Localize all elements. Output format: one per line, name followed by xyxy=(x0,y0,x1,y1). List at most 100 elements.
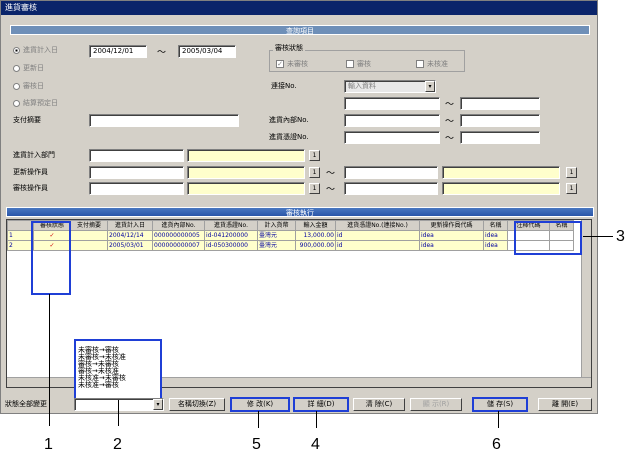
reviewer-from-input[interactable] xyxy=(89,182,184,195)
slip-no-from[interactable] xyxy=(344,131,440,144)
status-change-dropdown-list[interactable]: 未審核→審核 未審核→未核准 審核→未審核 審核→未核准 未核准→未審核 未核准… xyxy=(74,339,162,401)
range-tilde: ～ xyxy=(157,48,167,58)
table-cell xyxy=(70,240,108,251)
radio-dot xyxy=(13,46,20,54)
updater-to-lookup[interactable]: 1 xyxy=(566,167,577,178)
callout-line-2 xyxy=(118,400,119,426)
table-row[interactable]: 1 ✓ 2004/12/14 000000000005 id-041200000… xyxy=(7,230,574,241)
table-row[interactable]: 2 ✓ 2005/03/01 000000000007 id-050300000… xyxy=(7,240,574,251)
slip-no-to[interactable] xyxy=(460,131,540,144)
radio-label: 更新日 xyxy=(23,64,44,72)
reviewer-from-name xyxy=(187,182,305,195)
detail-button[interactable]: 詳 細(D) xyxy=(293,397,349,412)
status-change-label: 狀態全部變更 xyxy=(5,400,47,408)
table-cell: 2005/03/01 xyxy=(107,240,153,251)
column-header[interactable]: 計入貨幣 xyxy=(257,220,296,231)
dropdown-option[interactable]: 未核准→審核 xyxy=(78,382,158,389)
display-button[interactable]: 顯 示(R) xyxy=(410,398,462,411)
chevron-down-icon[interactable]: ▾ xyxy=(153,399,163,410)
updater-to-name xyxy=(442,166,560,179)
name-toggle-button[interactable]: 名稱切換(Z) xyxy=(169,398,225,411)
dept-code-input[interactable] xyxy=(89,149,184,162)
checkbox-reviewed[interactable]: 審核 xyxy=(346,59,371,69)
callout-line-6 xyxy=(498,411,499,428)
radio-dot xyxy=(13,82,20,90)
reviewer-to-input[interactable] xyxy=(344,182,438,195)
radio-review-date[interactable]: 審核日 xyxy=(13,81,44,91)
reviewer-to-name xyxy=(442,182,560,195)
close-button[interactable]: 離 開(E) xyxy=(538,398,592,411)
radio-label: 審核日 xyxy=(23,82,44,90)
checkbox-box xyxy=(346,60,354,68)
column-header[interactable]: 名稱 xyxy=(483,220,508,231)
callout-line-1 xyxy=(49,294,50,426)
table-cell: idea xyxy=(419,230,484,241)
status-change-select[interactable] xyxy=(74,398,164,411)
contact-no-to[interactable] xyxy=(460,97,540,110)
radio-dot xyxy=(13,99,20,107)
table-cell: id-050300000 xyxy=(204,240,258,251)
table-cell: idea xyxy=(483,230,508,241)
radio-update-date[interactable]: 更新日 xyxy=(13,63,44,73)
callout-line-4 xyxy=(316,411,317,428)
vertical-scrollbar[interactable] xyxy=(581,220,591,377)
table-cell: id xyxy=(335,240,420,251)
callout-1: 1 xyxy=(44,436,53,453)
payment-summary-input[interactable] xyxy=(89,114,239,127)
date-to-input[interactable]: 2005/03/04 xyxy=(178,45,236,58)
column-header[interactable]: 進貨憑證No. xyxy=(204,220,258,231)
query-section-header: 查詢項目 xyxy=(10,25,590,35)
checkbox-label: 未核准 xyxy=(427,60,448,68)
range-tilde: ～ xyxy=(445,134,455,144)
dept-lookup-button[interactable]: 1 xyxy=(309,150,320,161)
updater-label: 更新操作員 xyxy=(13,168,48,176)
reviewer-label: 審核操作員 xyxy=(13,184,48,192)
updater-from-name xyxy=(187,166,305,179)
range-tilde: ～ xyxy=(326,185,336,195)
radio-settle-date[interactable]: 結算預定日 xyxy=(13,98,58,108)
date-from-input[interactable]: 2004/12/01 xyxy=(89,45,147,58)
radio-inbound-date[interactable]: 進貨計入日 xyxy=(13,45,58,55)
column-header[interactable]: 進貨憑證No.(連接No.) xyxy=(335,220,420,231)
clear-button[interactable]: 清 除(C) xyxy=(353,398,405,411)
table-cell: idea xyxy=(419,240,484,251)
column-header[interactable]: 更新操作員代碼 xyxy=(419,220,484,231)
internal-no-from[interactable] xyxy=(344,114,440,127)
column-header[interactable]: 進貨內部No. xyxy=(152,220,205,231)
reviewer-to-lookup[interactable]: 1 xyxy=(566,183,577,194)
contact-no-select[interactable]: 輸入資料 xyxy=(344,80,436,93)
checkbox-label: 審核 xyxy=(357,60,371,68)
row-number: 2 xyxy=(7,240,34,251)
column-header[interactable]: 支付摘要 xyxy=(70,220,108,231)
table-cell: idea xyxy=(483,240,508,251)
payment-summary-label: 支付摘要 xyxy=(13,116,41,124)
table-cell: 臺灣元 xyxy=(257,240,296,251)
comment-code-highlight xyxy=(514,221,582,255)
updater-to-input[interactable] xyxy=(344,166,438,179)
check-icon: ✓ xyxy=(276,60,284,68)
save-button[interactable]: 儲 存(S) xyxy=(472,397,528,412)
modify-button[interactable]: 修 改(K) xyxy=(230,397,290,412)
updater-from-lookup[interactable]: 1 xyxy=(309,167,320,178)
callout-6: 6 xyxy=(492,436,501,453)
inbound-review-window: 進貨審核 查詢項目 進貨計入日 更新日 審核日 結算預定日 2004/12/01… xyxy=(0,0,598,414)
reviewer-from-lookup[interactable]: 1 xyxy=(309,183,320,194)
callout-line-3 xyxy=(583,236,613,237)
column-header[interactable]: 輸入金額 xyxy=(295,220,336,231)
range-tilde: ～ xyxy=(445,100,455,110)
checkbox-unapproved[interactable]: 未核准 xyxy=(416,59,448,69)
column-header[interactable]: 進貨計入日 xyxy=(107,220,153,231)
updater-from-input[interactable] xyxy=(89,166,184,179)
review-status-highlight xyxy=(31,221,71,295)
internal-no-to[interactable] xyxy=(460,114,540,127)
results-table: 審核狀態 支付摘要 進貨計入日 進貨內部No. 進貨憑證No. 計入貨幣 輸入金… xyxy=(7,220,574,251)
table-cell: id xyxy=(335,230,420,241)
dept-label: 進貨計入部門 xyxy=(13,151,55,159)
table-header-row: 審核狀態 支付摘要 進貨計入日 進貨內部No. 進貨憑證No. 計入貨幣 輸入金… xyxy=(7,220,574,231)
contact-no-from[interactable] xyxy=(344,97,440,110)
status-group-title: 審核狀態 xyxy=(273,43,305,53)
chevron-down-icon[interactable]: ▾ xyxy=(425,81,435,92)
checkbox-unreviewed[interactable]: ✓ 未審核 xyxy=(276,59,308,69)
table-cell xyxy=(70,230,108,241)
contact-no-label: 連接No. xyxy=(271,82,297,90)
